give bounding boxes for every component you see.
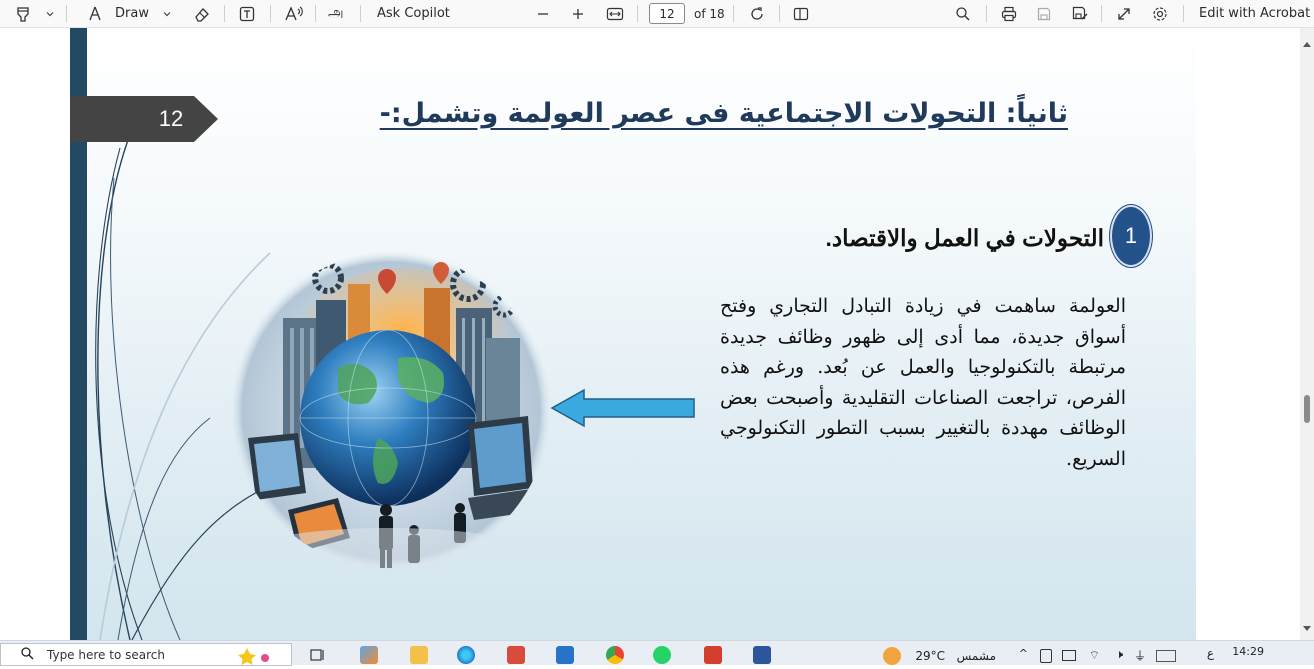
slide-page: 12 ثانياً: التحولات الاجتماعية فى عصر ال… — [70, 28, 1196, 640]
highlighter-dropdown[interactable] — [45, 0, 55, 27]
tray-expand-icon[interactable]: ^ — [1019, 647, 1028, 660]
translate-button[interactable]: அ — [328, 0, 344, 27]
slide-title: ثانياً: التحولات الاجتماعية فى عصر العول… — [379, 98, 1068, 129]
eraser-icon — [193, 5, 211, 23]
left-arrow-icon — [550, 388, 695, 428]
full-screen-button[interactable] — [1116, 0, 1132, 27]
read-aloud-button[interactable] — [284, 0, 304, 27]
globalization-illustration — [231, 251, 551, 571]
chevron-down-icon — [162, 9, 172, 19]
taskbar-search-box[interactable]: Type here to search — [0, 643, 292, 666]
draw-icon — [86, 5, 104, 23]
zoom-out-button[interactable] — [536, 0, 550, 27]
edit-with-acrobat-label: Edit with Acrobat — [1199, 6, 1311, 21]
ask-copilot-label: Ask Copilot — [377, 6, 450, 21]
whatsapp-icon[interactable] — [653, 646, 671, 664]
page-total: of 18 — [694, 6, 725, 21]
weather-sun-icon[interactable] — [883, 647, 901, 665]
keyboard-icon[interactable] — [1156, 650, 1176, 662]
vertical-scrollbar[interactable] — [1300, 28, 1314, 640]
draw-button[interactable]: Draw — [86, 0, 149, 27]
scroll-up-icon[interactable] — [1303, 32, 1311, 51]
save-icon — [1036, 6, 1052, 22]
zoom-in-button[interactable] — [571, 0, 585, 27]
microphone-icon[interactable]: ⏚ — [1134, 647, 1146, 664]
outlook-icon[interactable] — [556, 646, 574, 664]
volume-icon[interactable]: 🕨 — [1115, 647, 1123, 662]
search-placeholder: Type here to search — [47, 647, 165, 662]
fit-width-icon — [606, 6, 624, 22]
eraser-button[interactable] — [193, 0, 211, 27]
clock-time[interactable]: 14:29 — [1232, 645, 1264, 658]
page-view-button[interactable] — [792, 0, 810, 27]
acrobat-icon[interactable] — [704, 646, 722, 664]
search-icon — [21, 646, 34, 663]
file-explorer-icon[interactable] — [410, 646, 428, 664]
scroll-down-icon[interactable] — [1303, 617, 1311, 636]
print-icon — [1000, 5, 1018, 23]
print-button[interactable] — [1000, 0, 1018, 27]
highlighter-button[interactable] — [14, 0, 32, 27]
settings-button[interactable] — [1151, 0, 1169, 27]
store-icon[interactable] — [507, 646, 525, 664]
body-paragraph: العولمة ساهمت في زيادة التبادل التجاري و… — [720, 295, 1126, 470]
app-icon-1[interactable] — [360, 646, 378, 664]
task-view-icon[interactable] — [309, 646, 327, 664]
battery-icon[interactable] — [1040, 649, 1052, 663]
textbox-icon — [238, 5, 256, 23]
edge-browser-icon[interactable] — [457, 646, 475, 664]
page-current[interactable]: 12 — [649, 3, 685, 24]
chrome-icon[interactable] — [606, 646, 624, 664]
translate-icon: அ — [328, 4, 344, 21]
pdf-toolbar: Draw அ Ask Copilot 12 of 18 Edit with Ac… — [0, 0, 1314, 28]
text-box-button[interactable] — [238, 0, 256, 27]
word-icon[interactable] — [753, 646, 771, 664]
settings-icon — [1151, 5, 1169, 23]
highlighter-icon — [14, 5, 32, 23]
ask-copilot-button[interactable]: Ask Copilot — [377, 0, 450, 27]
search-icon — [955, 6, 971, 22]
expand-icon — [1116, 6, 1132, 22]
network-icon[interactable] — [1062, 650, 1076, 661]
search-highlight-icon — [233, 646, 277, 669]
document-viewport[interactable]: 12 ثانياً: التحولات الاجتماعية فى عصر ال… — [0, 28, 1314, 640]
save-as-button[interactable] — [1071, 0, 1089, 27]
zoom-out-icon — [536, 7, 550, 21]
rotate-button[interactable] — [748, 0, 766, 27]
notification-icon[interactable] — [1294, 646, 1308, 660]
zoom-in-icon — [571, 7, 585, 21]
save-as-icon — [1071, 5, 1089, 23]
weather-temperature: 29°C — [915, 649, 945, 663]
draw-dropdown[interactable] — [162, 0, 172, 27]
fit-width-button[interactable] — [606, 0, 624, 27]
save-button[interactable] — [1036, 0, 1052, 27]
section-heading: التحولات في العمل والاقتصاد. — [825, 225, 1104, 251]
draw-label: Draw — [115, 6, 149, 21]
chevron-down-icon — [45, 9, 55, 19]
wifi-icon[interactable]: ⌔ — [1089, 648, 1100, 663]
page-number-input[interactable]: 12 — [649, 0, 685, 27]
rotate-icon — [748, 5, 766, 23]
find-button[interactable] — [955, 0, 971, 27]
page-view-icon — [792, 5, 810, 23]
edit-with-acrobat-button[interactable]: Edit with Acrobat — [1199, 0, 1310, 27]
input-language[interactable]: ع — [1207, 646, 1214, 660]
scrollbar-thumb[interactable] — [1304, 395, 1310, 423]
weather-description: مشمس — [956, 649, 996, 663]
read-aloud-icon — [284, 5, 304, 23]
bullet-number: 1 — [1110, 205, 1152, 267]
slide-number: 12 — [158, 106, 184, 131]
windows-taskbar: Type here to search 29°C مشمس ^ ⌔ 🕨 ⏚ ع … — [0, 640, 1314, 666]
